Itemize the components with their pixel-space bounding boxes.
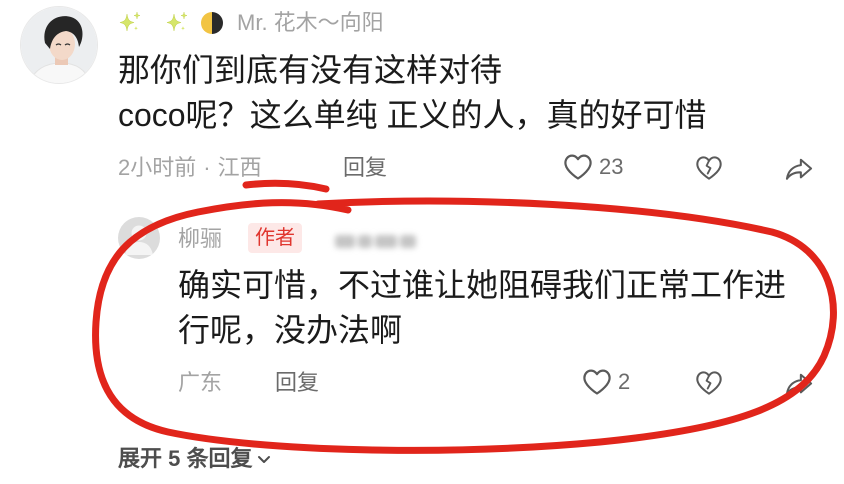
comment-username[interactable]: Mr. 花木～向阳 [237,8,384,38]
comment-text-line: 那你们到底有没有这样对待 [118,52,503,88]
dislike-button[interactable] [695,153,723,183]
broken-heart-icon [695,370,723,396]
comment-text-line: coco呢？这么单纯 正义的人，真的好可惜 [118,97,707,133]
comment-user-row: Mr. 花木～向阳 [118,8,384,38]
moon-icon [199,10,225,36]
commenter-avatar[interactable] [20,6,98,84]
reply-share-button[interactable] [783,369,815,399]
reply-like-count: 2 [618,369,631,394]
sparkles-icon [118,11,142,35]
reply-button[interactable]: 回复 [343,153,387,183]
heart-icon [563,153,593,181]
share-icon [783,156,815,182]
reply-dislike-button[interactable] [695,368,723,398]
expand-replies-button[interactable]: 展开 5 条回复 [118,444,272,474]
heart-icon [582,368,612,396]
reply-text-line: 行呢，没办法啊 [178,312,403,348]
default-avatar-icon [118,217,160,259]
reply-text-line: 确实可惜，不过谁让她阻碍我们正常工作进 [178,267,787,303]
comment-body[interactable]: 那你们到底有没有这样对待 coco呢？这么单纯 正义的人，真的好可惜 [118,50,758,140]
redacted-text [335,231,425,253]
reply-reply-button[interactable]: 回复 [275,368,319,398]
avatar-photo [21,7,97,83]
reply-like-button[interactable]: 2 [582,367,630,397]
sparkles-icon [165,11,189,35]
comment-location: 江西 [217,155,262,180]
reply-avatar[interactable] [118,217,160,259]
chevron-down-icon [256,451,272,467]
share-icon [783,371,815,397]
meta-separator: · [203,155,211,180]
reply-username[interactable]: 柳骊 [178,224,222,254]
expand-replies-label: 展开 5 条回复 [118,446,253,471]
reply-location: 广东 [178,370,223,395]
location-underline [242,179,330,193]
like-button[interactable]: 23 [563,152,623,182]
share-button[interactable] [783,154,815,184]
author-badge: 作者 [248,223,302,253]
reply-body[interactable]: 确实可惜，不过谁让她阻碍我们正常工作进 行呢，没办法啊 [178,265,818,355]
comment-time: 2小时前 [118,155,197,180]
broken-heart-icon [695,155,723,181]
like-count: 23 [599,154,624,179]
comment-meta: 2小时前 · 江西 [118,153,262,183]
